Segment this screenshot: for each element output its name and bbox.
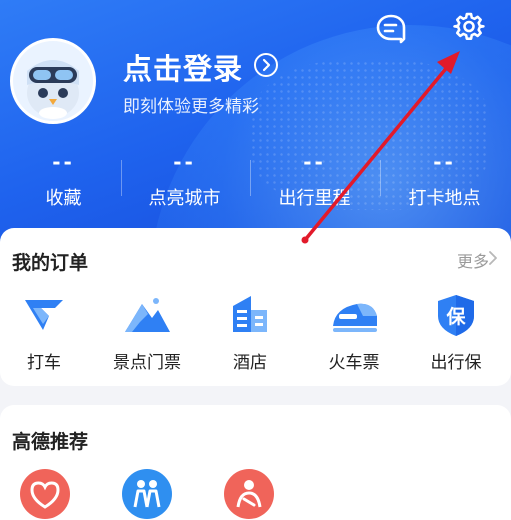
order-label: 火车票: [328, 353, 380, 373]
order-label: 酒店: [233, 353, 267, 373]
order-label: 出行保: [430, 353, 482, 373]
order-hotel[interactable]: 酒店: [200, 292, 300, 373]
avatar[interactable]: [10, 38, 96, 124]
order-label: 景点门票: [113, 353, 181, 373]
login-title[interactable]: 点击登录: [123, 46, 243, 88]
stat-checkin-places[interactable]: -- 打卡地点: [381, 150, 508, 210]
stat-travel-mileage[interactable]: -- 出行里程: [251, 150, 378, 210]
insurance-shield-icon: 保: [438, 295, 474, 336]
message-icon[interactable]: [374, 12, 408, 46]
stat-label: 点亮城市: [148, 188, 221, 209]
svg-text:保: 保: [445, 305, 466, 328]
order-travel-insurance[interactable]: 保 出行保: [406, 292, 506, 373]
orders-title: 我的订单: [12, 252, 89, 274]
profile-header: 点击登录 即刻体验更多精彩 -- 收藏 -- 点亮城市 -- 出行里程 -- 打…: [0, 0, 511, 250]
stat-label: 收藏: [45, 188, 82, 209]
chevron-right-icon[interactable]: [487, 248, 499, 268]
gear-icon[interactable]: [452, 12, 486, 46]
stat-value: --: [303, 150, 326, 174]
stat-favorites[interactable]: -- 收藏: [0, 150, 127, 210]
train-icon: [333, 303, 377, 332]
my-orders-card: 我的订单 更多 打车 景点门票 酒店 火车票 保 出行保: [0, 228, 511, 386]
stat-label: 出行里程: [278, 188, 351, 209]
stats-row: -- 收藏 -- 点亮城市 -- 出行里程 -- 打卡地点: [0, 150, 511, 220]
owl-mascot-icon: [27, 60, 79, 119]
heart-hands-icon[interactable]: [20, 469, 70, 519]
orders-more-link[interactable]: 更多: [457, 248, 489, 272]
order-taxi[interactable]: 打车: [0, 292, 94, 373]
login-subtitle: 即刻体验更多精彩: [123, 97, 259, 117]
stat-value: --: [173, 150, 196, 174]
order-label: 打车: [27, 353, 61, 373]
recommend-title: 高德推荐: [12, 431, 89, 453]
stat-value: --: [52, 150, 75, 174]
order-scenic-tickets[interactable]: 景点门票: [97, 292, 197, 373]
hotel-building-icon: [233, 296, 267, 332]
person-icon[interactable]: [224, 469, 274, 519]
mountain-ticket-icon: [125, 298, 170, 332]
order-train-tickets[interactable]: 火车票: [304, 292, 404, 373]
people-icon[interactable]: [122, 469, 172, 519]
stat-value: --: [433, 150, 456, 174]
gaode-recommend-card: 高德推荐: [0, 405, 511, 520]
stat-label: 打卡地点: [408, 188, 481, 209]
taxi-icon: [25, 300, 63, 330]
chevron-right-circle-icon[interactable]: [253, 52, 279, 78]
stat-lit-cities[interactable]: -- 点亮城市: [121, 150, 248, 210]
